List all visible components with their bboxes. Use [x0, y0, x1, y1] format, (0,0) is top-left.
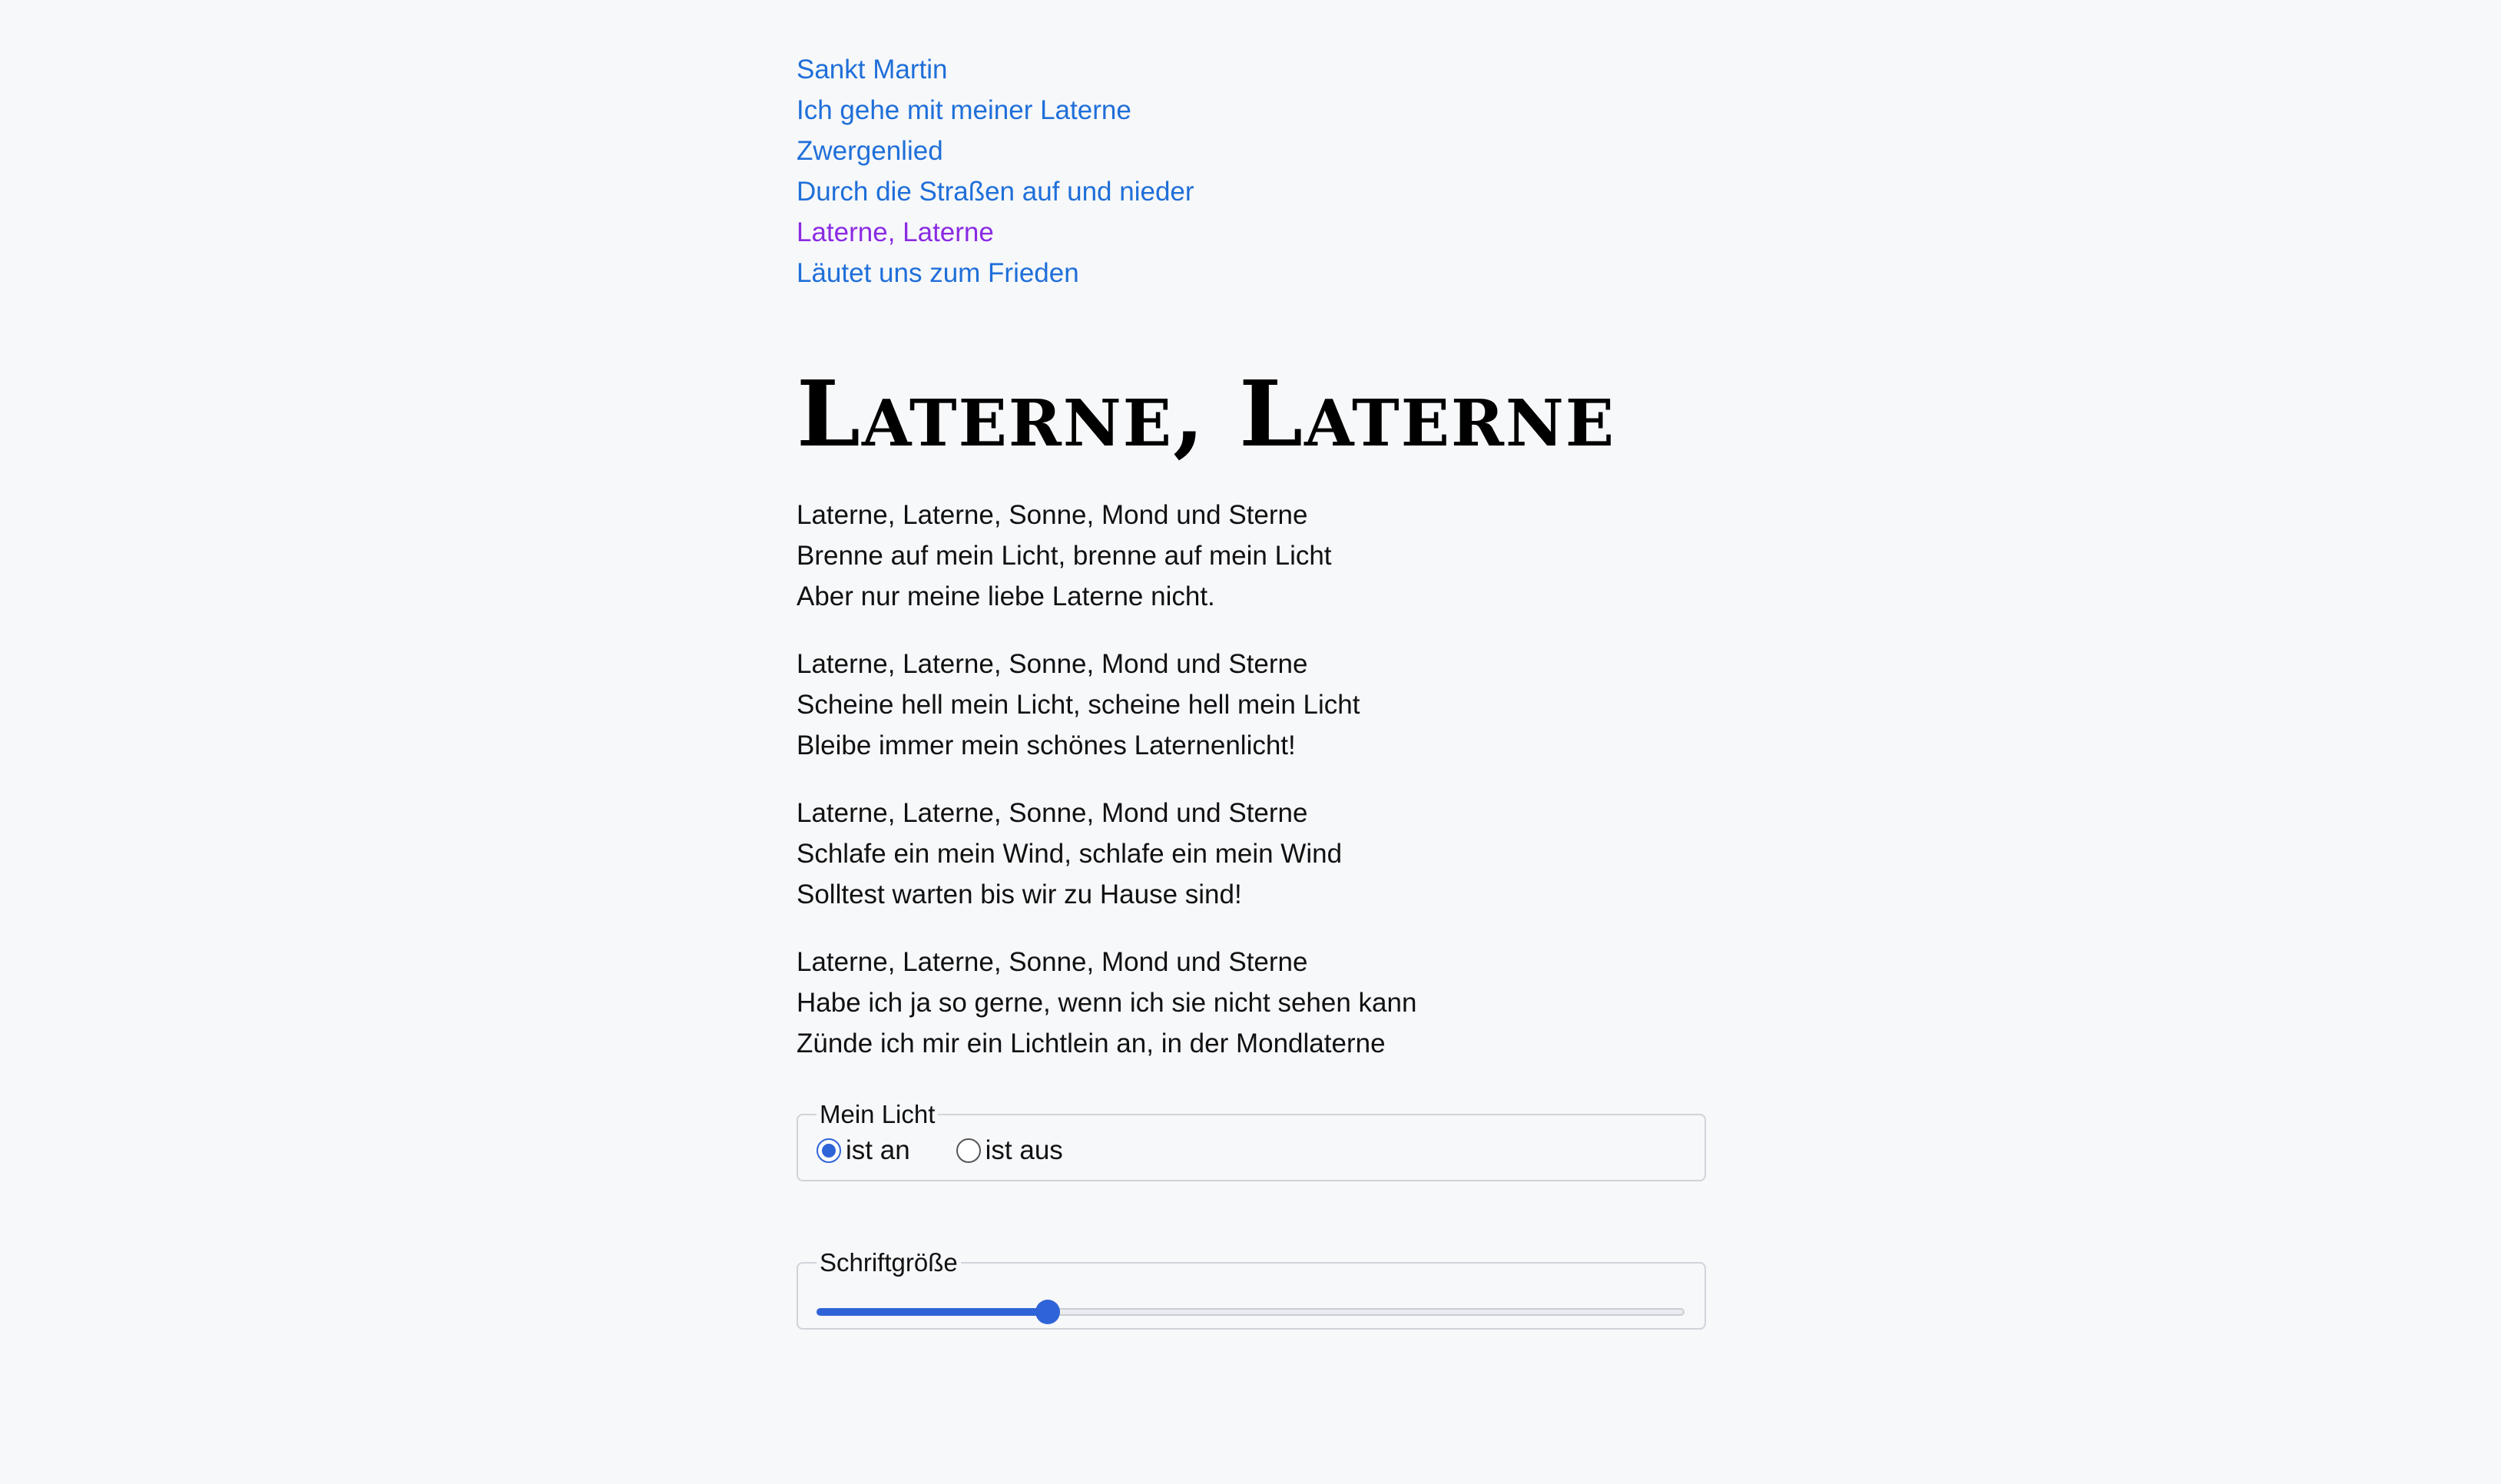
lyric-line: Aber nur meine liebe Laterne nicht.: [797, 581, 1215, 611]
verse-2: Laterne, Laterne, Sonne, Mond und Sterne…: [797, 644, 1706, 766]
lyric-line: Bleibe immer mein schönes Laternenlicht!: [797, 730, 1296, 760]
nav-link-ich-gehe-mit-meiner-laterne[interactable]: Ich gehe mit meiner Laterne: [797, 95, 1131, 125]
nav-item: Laterne, Laterne: [797, 212, 1706, 253]
light-on-option[interactable]: ist an: [817, 1133, 910, 1168]
light-fieldset: Mein Licht ist an ist aus: [797, 1099, 1706, 1181]
font-size-fieldset: Schriftgröße: [797, 1247, 1706, 1330]
nav-item: Läutet uns zum Frieden: [797, 253, 1706, 293]
nav-link-zwergenlied[interactable]: Zwergenlied: [797, 136, 943, 166]
light-off-label: ist aus: [985, 1135, 1063, 1165]
verse-1: Laterne, Laterne, Sonne, Mond und Sterne…: [797, 495, 1706, 617]
lyric-line: Schlafe ein mein Wind, schlafe ein mein …: [797, 839, 1343, 869]
song-title: Laterne, Laterne: [797, 360, 1616, 467]
verse-3: Laterne, Laterne, Sonne, Mond und Sterne…: [797, 793, 1706, 915]
lyric-line: Brenne auf mein Licht, brenne auf mein L…: [797, 541, 1332, 571]
song-nav: Sankt Martin Ich gehe mit meiner Laterne…: [797, 49, 1706, 293]
light-on-radio[interactable]: [817, 1138, 841, 1163]
song-lyrics: Laterne, Laterne, Sonne, Mond und Sterne…: [797, 495, 1706, 1064]
nav-link-durch-die-strassen[interactable]: Durch die Straßen auf und nieder: [797, 177, 1194, 207]
nav-item: Zwergenlied: [797, 131, 1706, 171]
font-size-legend: Schriftgröße: [820, 1248, 958, 1277]
light-off-radio[interactable]: [956, 1138, 981, 1163]
font-size-slider[interactable]: [817, 1300, 1684, 1324]
lyric-line: Laterne, Laterne, Sonne, Mond und Sterne: [797, 649, 1308, 679]
light-radio-group: ist an ist aus: [817, 1133, 1686, 1168]
nav-item: Ich gehe mit meiner Laterne: [797, 90, 1706, 131]
lyric-line: Habe ich ja so gerne, wenn ich sie nicht…: [797, 988, 1417, 1018]
nav-link-laeutet-uns-zum-frieden[interactable]: Läutet uns zum Frieden: [797, 258, 1079, 288]
slider-thumb[interactable]: [1035, 1300, 1060, 1324]
nav-item: Durch die Straßen auf und nieder: [797, 171, 1706, 212]
main-container: Sankt Martin Ich gehe mit meiner Laterne…: [797, 49, 1706, 1330]
lyric-line: Laterne, Laterne, Sonne, Mond und Sterne: [797, 798, 1308, 828]
lyric-line: Solltest warten bis wir zu Hause sind!: [797, 879, 1242, 909]
lyric-line: Laterne, Laterne, Sonne, Mond und Sterne: [797, 947, 1308, 977]
nav-link-sankt-martin[interactable]: Sankt Martin: [797, 55, 947, 84]
light-legend: Mein Licht: [820, 1100, 936, 1128]
lyric-line: Laterne, Laterne, Sonne, Mond und Sterne: [797, 500, 1308, 530]
nav-item: Sankt Martin: [797, 49, 1706, 90]
nav-link-laterne-laterne[interactable]: Laterne, Laterne: [797, 217, 994, 247]
verse-4: Laterne, Laterne, Sonne, Mond und Sterne…: [797, 942, 1706, 1064]
lyric-line: Zünde ich mir ein Lichtlein an, in der M…: [797, 1029, 1386, 1058]
light-on-label: ist an: [846, 1135, 910, 1165]
slider-fill: [817, 1308, 1048, 1316]
light-off-option[interactable]: ist aus: [956, 1133, 1063, 1168]
lyric-line: Scheine hell mein Licht, scheine hell me…: [797, 690, 1360, 720]
